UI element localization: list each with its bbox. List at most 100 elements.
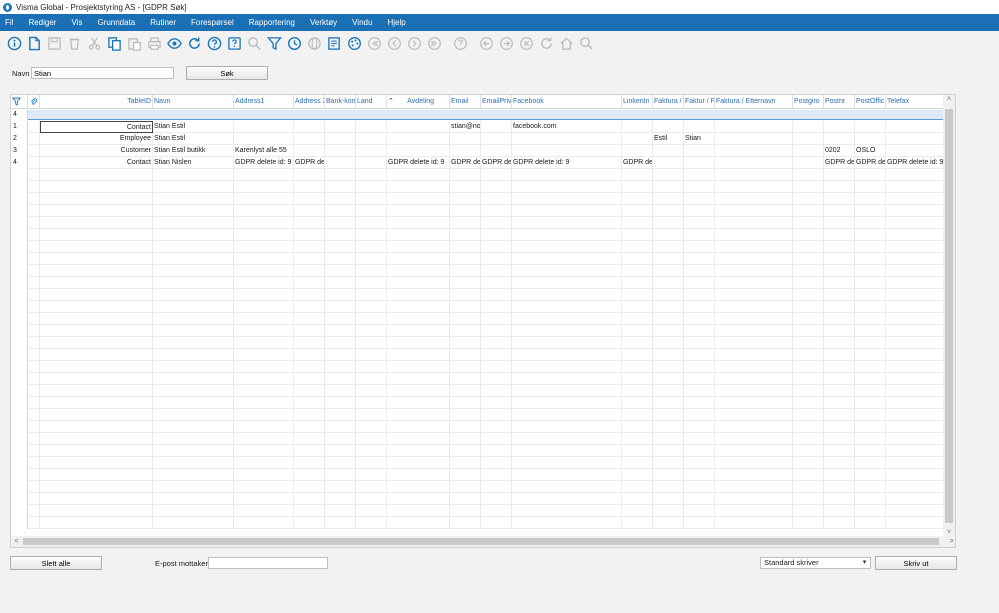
attachment-cell[interactable]: [28, 121, 40, 133]
attachment-cell[interactable]: [28, 157, 40, 169]
cell-telefax[interactable]: [886, 133, 945, 145]
cell-postoffice[interactable]: [855, 121, 886, 133]
column-header-linkedin[interactable]: LinkenIn: [622, 95, 653, 109]
header-filter-cell[interactable]: [11, 95, 28, 109]
cell-bank-konto[interactable]: [325, 157, 356, 169]
delete-icon[interactable]: [66, 35, 83, 52]
column-header-bank-konto[interactable]: Bank-kont: [325, 95, 356, 109]
previous-record-icon[interactable]: [386, 35, 403, 52]
cell-land[interactable]: [356, 121, 387, 133]
cell-emailprivat[interactable]: [481, 133, 512, 145]
cell-address2[interactable]: [294, 145, 325, 157]
palette-settings-icon[interactable]: [346, 35, 363, 52]
paste-icon[interactable]: [126, 35, 143, 52]
column-header-facebook[interactable]: Facebook: [512, 95, 622, 109]
column-header-address2[interactable]: Address 2: [294, 95, 325, 109]
menu-hjelp[interactable]: Hjelp: [381, 18, 414, 27]
cell-address1[interactable]: GDPR delete id: 9: [234, 157, 294, 169]
find-icon[interactable]: [578, 35, 595, 52]
view-eye-icon[interactable]: [166, 35, 183, 52]
cell-address2[interactable]: GDPR del: [294, 157, 325, 169]
cell-faktura-f[interactable]: [684, 157, 715, 169]
cell-email[interactable]: [450, 145, 481, 157]
cell-email[interactable]: stian@no: [450, 121, 481, 133]
cell-tableid[interactable]: Customer: [40, 145, 153, 157]
first-record-icon[interactable]: [366, 35, 383, 52]
note-edit-icon[interactable]: [326, 35, 343, 52]
cell-emailprivat[interactable]: [481, 145, 512, 157]
menu-foresporsel[interactable]: Forespørsel: [185, 18, 243, 27]
new-document-icon[interactable]: [26, 35, 43, 52]
cell-address2[interactable]: [294, 133, 325, 145]
vertical-scroll-thumb[interactable]: [945, 109, 953, 523]
help-icon[interactable]: [206, 35, 223, 52]
cell-avdeling[interactable]: GDPR delete id: 9: [387, 157, 450, 169]
menu-rutiner[interactable]: Rutiner: [144, 18, 185, 27]
cell-bank-konto[interactable]: [325, 121, 356, 133]
cell-faktura-fornavn[interactable]: [653, 145, 684, 157]
cell-telefax[interactable]: [886, 121, 945, 133]
cell-facebook[interactable]: facebook.com: [512, 121, 622, 133]
table-row[interactable]: 3 Customer Stian Estil butikk Karenlyst …: [11, 145, 945, 157]
cell-postnr[interactable]: GDPR del: [824, 157, 855, 169]
cell-faktura-f[interactable]: Stian: [684, 133, 715, 145]
cell-tableid[interactable]: Contact: [40, 121, 153, 133]
print-button[interactable]: Skriv ut: [875, 556, 957, 570]
cell-postoffice[interactable]: [855, 133, 886, 145]
next-record-icon[interactable]: [406, 35, 423, 52]
cell-telefax[interactable]: [886, 145, 945, 157]
column-header-avdeling[interactable]: ⌃ Avdeling: [387, 95, 450, 109]
cell-navn[interactable]: Stian Estil: [153, 133, 234, 145]
vertical-scrollbar[interactable]: ˄ ˅: [943, 95, 955, 538]
cell-faktura-etternavn[interactable]: [715, 133, 793, 145]
email-recipient-input[interactable]: [208, 557, 328, 569]
printer-select[interactable]: Standard skriver ▾: [760, 557, 871, 569]
cell-postnr[interactable]: 0202: [824, 145, 855, 157]
cell-facebook[interactable]: [512, 145, 622, 157]
cell-faktura-fornavn[interactable]: [653, 121, 684, 133]
table-row[interactable]: 4 Contact Stian Nislen GDPR delete id: 9…: [11, 157, 945, 169]
cell-tableid[interactable]: Contact: [40, 157, 153, 169]
menu-vis[interactable]: Vis: [65, 18, 91, 27]
cell-land[interactable]: [356, 145, 387, 157]
name-search-input[interactable]: [31, 67, 174, 79]
search-button[interactable]: Søk: [186, 66, 268, 80]
menu-fil[interactable]: Fil: [0, 18, 22, 27]
cell-facebook[interactable]: [512, 133, 622, 145]
menu-vindu[interactable]: Vindu: [346, 18, 381, 27]
cell-address1[interactable]: [234, 121, 294, 133]
cell-postgiro[interactable]: [793, 133, 824, 145]
cell-linkedin[interactable]: [622, 121, 653, 133]
column-header-telefax[interactable]: Telefax: [886, 95, 945, 109]
column-header-postoffice[interactable]: PostOffic: [855, 95, 886, 109]
globe-icon[interactable]: [306, 35, 323, 52]
cell-faktura-etternavn[interactable]: [715, 145, 793, 157]
cell-bank-konto[interactable]: [325, 145, 356, 157]
table-row[interactable]: 1 Contact Stian Estil stian@no facebook.…: [11, 121, 945, 133]
cell-postgiro[interactable]: [793, 145, 824, 157]
column-header-faktura-fornavn[interactable]: Faktura /: [653, 95, 684, 109]
search-magnifier-icon[interactable]: [246, 35, 263, 52]
horizontal-scroll-thumb[interactable]: [23, 538, 939, 545]
cell-linkedin[interactable]: GDPR del: [622, 157, 653, 169]
column-header-emailprivat[interactable]: EmailPriva: [481, 95, 512, 109]
chevron-down-icon[interactable]: ▾: [859, 558, 870, 568]
cell-land[interactable]: [356, 133, 387, 145]
cell-navn[interactable]: Stian Estil butikk: [153, 145, 234, 157]
cut-icon[interactable]: [86, 35, 103, 52]
column-filter-icon[interactable]: [11, 97, 22, 106]
cell-facebook[interactable]: GDPR delete id: 9: [512, 157, 622, 169]
menu-rapportering[interactable]: Rapportering: [243, 18, 304, 27]
question-circle-icon[interactable]: [452, 35, 469, 52]
cell-faktura-fornavn[interactable]: Estil: [653, 133, 684, 145]
cell-emailprivat[interactable]: GDPR del: [481, 157, 512, 169]
scroll-left-icon[interactable]: ˂: [11, 536, 22, 547]
cell-faktura-f[interactable]: [684, 145, 715, 157]
cell-faktura-fornavn[interactable]: [653, 157, 684, 169]
scroll-up-icon[interactable]: ˄: [943, 95, 955, 105]
menu-verktoy[interactable]: Verktøy: [304, 18, 346, 27]
cell-address2[interactable]: [294, 121, 325, 133]
cell-bank-konto[interactable]: [325, 133, 356, 145]
menu-rediger[interactable]: Rediger: [22, 18, 65, 27]
info-icon[interactable]: [6, 35, 23, 52]
